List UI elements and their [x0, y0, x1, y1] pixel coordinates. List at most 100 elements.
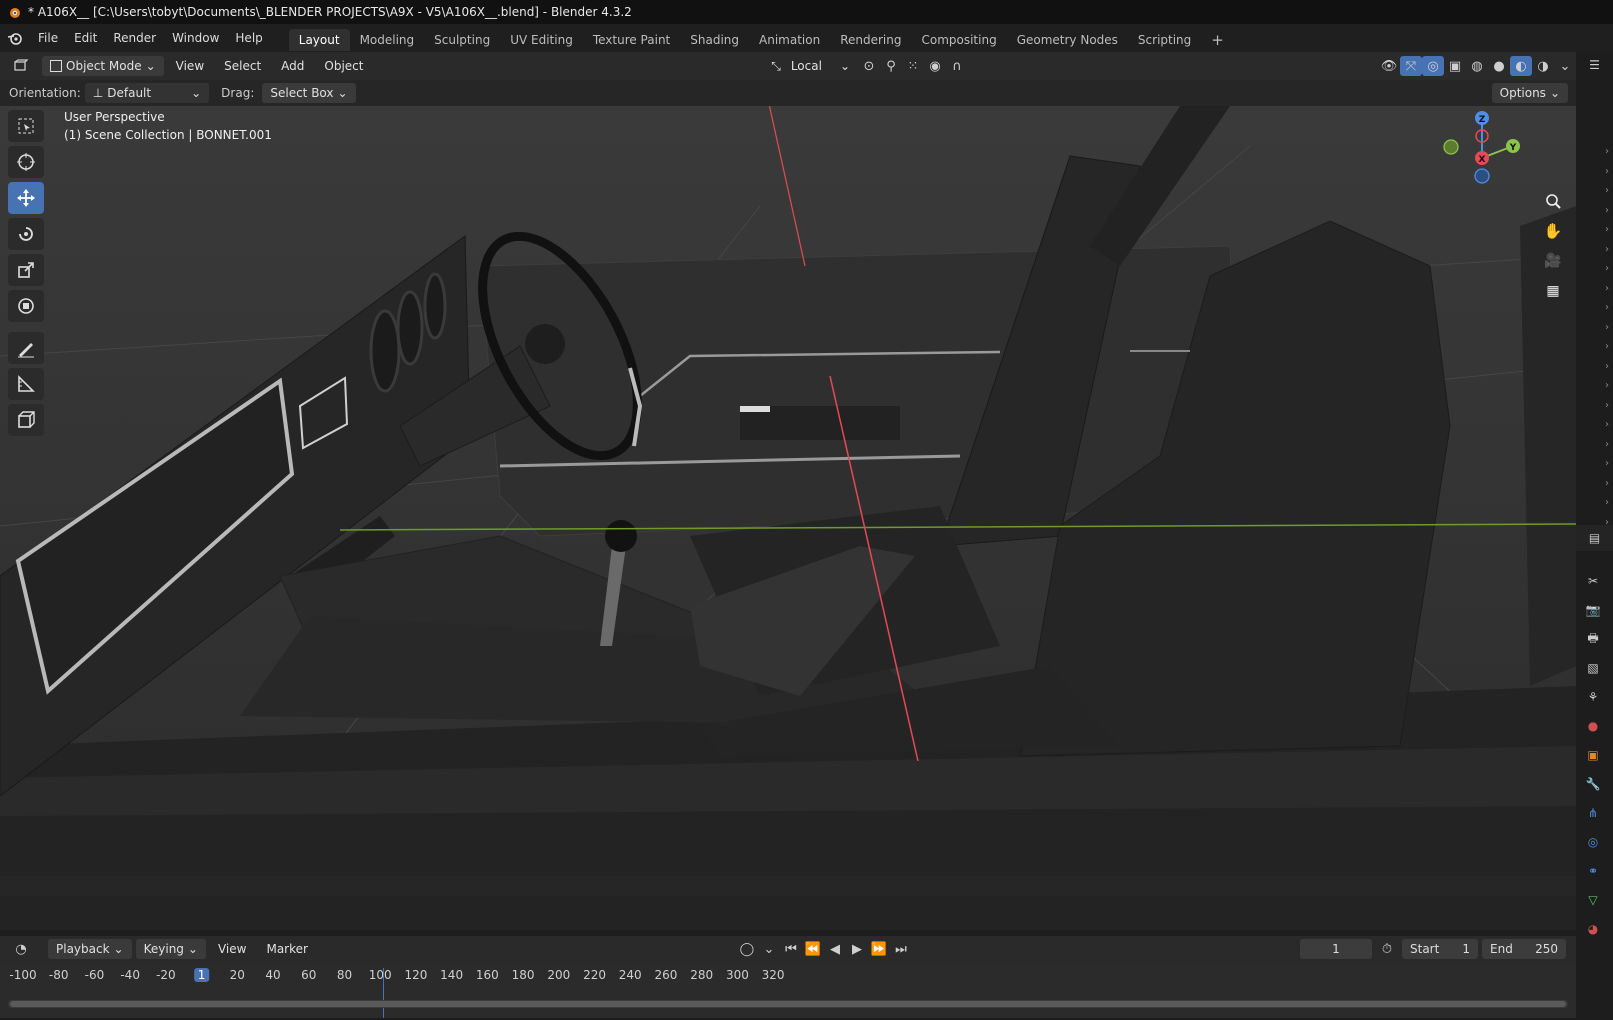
drag-dropdown[interactable]: Select Box ⌄	[262, 83, 356, 103]
menu-view[interactable]: View	[168, 56, 212, 76]
proportional-edit-icon[interactable]: ◉	[924, 56, 946, 76]
tool-icon[interactable]: ✂	[1580, 568, 1606, 594]
zoom-icon[interactable]	[1540, 188, 1566, 214]
wireframe-shading-icon[interactable]: ◍	[1466, 56, 1488, 76]
view-layer-icon[interactable]: ▧	[1580, 655, 1606, 681]
physics-icon[interactable]: ◎	[1580, 829, 1606, 855]
prev-keyframe-icon[interactable]: ⏪	[802, 939, 824, 959]
tab-modeling[interactable]: Modeling	[350, 29, 425, 51]
frame-tick-label: 260	[654, 968, 678, 982]
camera-view-icon[interactable]: 🎥	[1540, 248, 1566, 274]
select-box-icon[interactable]	[8, 110, 44, 142]
menu-render[interactable]: Render	[105, 24, 164, 52]
play-icon[interactable]: ▶	[846, 939, 868, 959]
measure-icon[interactable]	[8, 368, 44, 400]
gizmo-z-label: Z	[1479, 115, 1486, 125]
keying-menu[interactable]: Keying ⌄	[135, 939, 206, 959]
move-icon[interactable]	[8, 182, 44, 214]
play-reverse-icon[interactable]: ◀	[824, 939, 846, 959]
tab-scripting[interactable]: Scripting	[1128, 29, 1201, 51]
outliner-expand-arrows[interactable]: › › › › › › › › › › › › › › › › › › › ›	[1605, 142, 1609, 532]
menu-add[interactable]: Add	[273, 56, 312, 76]
transform-orientation-dropdown[interactable]: ⤡ Local ⌄	[763, 56, 858, 76]
pivot-point-icon[interactable]: ⊙	[858, 56, 880, 76]
constraints-icon[interactable]: ⚭	[1580, 858, 1606, 884]
world-icon[interactable]: ●	[1580, 713, 1606, 739]
perspective-label: User Perspective	[64, 110, 165, 124]
marker-menu[interactable]: Marker	[258, 939, 315, 959]
material-icon[interactable]: ◕	[1580, 916, 1606, 942]
options-dropdown[interactable]: Options ⌄	[1491, 83, 1568, 103]
jump-end-icon[interactable]: ⏭	[890, 939, 912, 959]
navigation-gizmo[interactable]: Z Y X	[1438, 106, 1538, 196]
timeline-ruler[interactable]: -100 -80 -60 -40 -20 1 20 40 60 80 100 120 140 160 180…	[0, 962, 1576, 1018]
ortho-grid-icon[interactable]: ▦	[1540, 278, 1566, 304]
mode-dropdown[interactable]: Object Mode ⌄	[42, 56, 164, 76]
scale-icon[interactable]	[8, 254, 44, 286]
scrollbar-thumb[interactable]	[10, 1001, 1566, 1007]
tab-sculpting[interactable]: Sculpting	[424, 29, 500, 51]
add-workspace-button[interactable]: +	[1201, 29, 1234, 51]
add-cube-icon[interactable]	[8, 404, 44, 436]
rotate-icon[interactable]	[8, 218, 44, 250]
particles-icon[interactable]: ⋔	[1580, 800, 1606, 826]
snap-target-icon[interactable]: ⁙	[902, 56, 924, 76]
outliner-editor-icon[interactable]: ☰	[1576, 52, 1613, 78]
object-icon[interactable]: ▣	[1580, 742, 1606, 768]
blender-menu-icon[interactable]	[0, 31, 30, 45]
output-icon[interactable]: 🖶	[1580, 626, 1606, 652]
tab-uv-editing[interactable]: UV Editing	[500, 29, 583, 51]
chevron-down-icon[interactable]: ⌄	[758, 939, 780, 959]
cursor-icon[interactable]	[8, 146, 44, 178]
shading-options-icon[interactable]: ⌄	[1554, 56, 1576, 76]
tab-texture-paint[interactable]: Texture Paint	[583, 29, 680, 51]
render-icon[interactable]: 📷	[1580, 597, 1606, 623]
playback-menu[interactable]: Playback ⌄	[48, 939, 132, 959]
annotate-icon[interactable]	[8, 332, 44, 364]
scene-icon[interactable]: ⚘	[1580, 684, 1606, 710]
tab-shading[interactable]: Shading	[680, 29, 749, 51]
auto-keying-icon[interactable]: ◯	[736, 939, 758, 959]
data-icon[interactable]: ▽	[1580, 887, 1606, 913]
tab-layout[interactable]: Layout	[288, 29, 350, 51]
orientation-setting-dropdown[interactable]: ⊥ Default ⌄	[84, 83, 210, 103]
pan-hand-icon[interactable]: ✋	[1540, 218, 1566, 244]
overlays-icon[interactable]: ◎	[1422, 56, 1444, 76]
material-shading-icon[interactable]: ◐	[1510, 56, 1532, 76]
timeline-scrollbar[interactable]	[8, 1000, 1568, 1008]
tab-animation[interactable]: Animation	[749, 29, 830, 51]
3d-viewport[interactable]: Z Y X ✋ 🎥 ▦	[0, 106, 1576, 930]
menu-edit[interactable]: Edit	[66, 24, 105, 52]
next-keyframe-icon[interactable]: ⏩	[868, 939, 890, 959]
playhead-line	[383, 968, 384, 1018]
snap-icon[interactable]: ⚲	[880, 56, 902, 76]
frame-tick-label: 320	[761, 968, 785, 982]
current-frame-field[interactable]: 1	[1300, 939, 1372, 959]
properties-editor-icon[interactable]: ▤	[1576, 525, 1613, 551]
xray-icon[interactable]: ▣	[1444, 56, 1466, 76]
end-frame-field[interactable]: End 250	[1482, 939, 1566, 959]
menu-select[interactable]: Select	[216, 56, 269, 76]
stopwatch-icon[interactable]: ⏱	[1376, 939, 1398, 959]
frame-tick-label: 180	[511, 968, 535, 982]
tab-rendering[interactable]: Rendering	[830, 29, 911, 51]
modifier-icon[interactable]: 🔧	[1580, 771, 1606, 797]
menu-help[interactable]: Help	[227, 24, 270, 52]
falloff-icon[interactable]: ∩	[946, 56, 968, 76]
editor-type-icon[interactable]	[10, 56, 32, 76]
transform-icon[interactable]	[8, 290, 44, 322]
menu-window[interactable]: Window	[164, 24, 227, 52]
gizmo-toggle-icon[interactable]: ⤧	[1400, 56, 1422, 76]
tab-geometry-nodes[interactable]: Geometry Nodes	[1007, 29, 1128, 51]
visibility-icon[interactable]: 👁	[1378, 56, 1400, 76]
keying-label: Keying	[143, 942, 184, 956]
timeline-editor-icon[interactable]: ◔	[10, 939, 32, 959]
jump-start-icon[interactable]: ⏮	[780, 939, 802, 959]
menu-file[interactable]: File	[30, 24, 66, 52]
rendered-shading-icon[interactable]: ◑	[1532, 56, 1554, 76]
start-frame-field[interactable]: Start 1	[1402, 939, 1478, 959]
solid-shading-icon[interactable]: ●	[1488, 56, 1510, 76]
tab-compositing[interactable]: Compositing	[911, 29, 1006, 51]
menu-object[interactable]: Object	[316, 56, 371, 76]
timeline-view-menu[interactable]: View	[210, 939, 254, 959]
